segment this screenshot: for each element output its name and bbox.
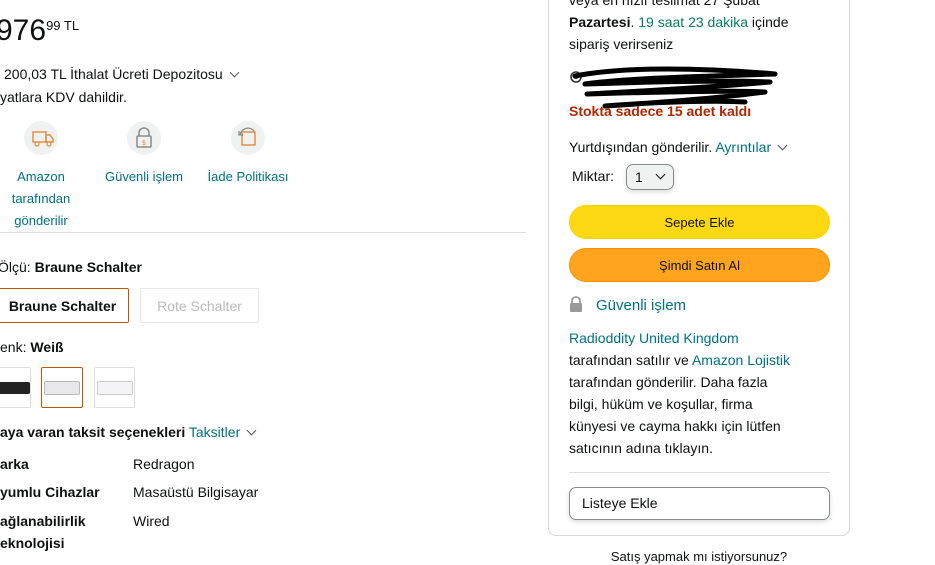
spec-key-compatible: yumlu Cihazlar (0, 484, 100, 500)
delivery-in: içinde (751, 14, 789, 30)
sell-prompt[interactable]: Satış yapmak mı istiyorsunuz? (548, 549, 850, 564)
keyboard-thumbnail (0, 381, 30, 394)
spec-value-compatible: Masaüstü Bilgisayar (133, 484, 259, 500)
size-label: Ölçü: (0, 259, 31, 275)
feature-secure-transaction[interactable]: Güvenli işlem (100, 166, 188, 188)
spec-key-brand: arka (0, 456, 29, 472)
keyboard-thumbnail (96, 380, 133, 395)
color-swatch-black[interactable] (0, 367, 31, 408)
return-icon[interactable] (231, 121, 265, 155)
divider (0, 232, 526, 233)
seller-link[interactable]: Radioddity United Kingdom (569, 330, 739, 346)
truck-icon[interactable] (24, 121, 58, 155)
import-fee[interactable]: 200,03 TL İthalat Ücreti Depozitosu (4, 66, 240, 82)
add-to-list-button[interactable]: Listeye Ekle (569, 487, 830, 520)
size-label-row: Ölçü: Braune Schalter (0, 259, 142, 275)
size-option-braune[interactable]: Braune Schalter (0, 288, 129, 323)
installment-text: aya varan taksit seçenekleri (0, 424, 186, 440)
chevron-down-icon[interactable] (229, 67, 240, 78)
seller-desc-line: tarafından gönderilir. Daha fazla (569, 374, 768, 390)
stock-status: Stokta sadece 15 adet kaldı (569, 103, 752, 119)
feature-label-line[interactable]: İade Politikası (202, 166, 294, 188)
price-whole: 976 (0, 14, 47, 47)
feature-amazon-shipping[interactable]: Amazon tarafından gönderilir (0, 166, 82, 232)
chevron-down-icon[interactable] (655, 169, 666, 179)
spec-key-connectivity: ağlanabilirlik eknolojisi (0, 510, 86, 554)
spec-value-brand: Redragon (133, 456, 195, 472)
quantity-value[interactable]: 1 (635, 169, 643, 185)
seller-desc-line: satıcının adına tıklayın. (569, 440, 713, 456)
color-label-row: enk: Weiß (0, 339, 64, 355)
keyboard-thumbnail (44, 380, 80, 395)
divider (569, 472, 830, 473)
feature-return-policy[interactable]: İade Politikası (202, 166, 294, 188)
svg-text:$: $ (142, 139, 146, 147)
feature-label-line[interactable]: gönderilir (0, 210, 82, 232)
delivery-day: Pazartesi (569, 14, 631, 30)
lock-icon (569, 296, 583, 317)
lock-icon[interactable]: $ (127, 121, 161, 155)
seller-desc-line: bilgi, hüküm ve koşullar, firma (569, 396, 753, 412)
quantity-label: Miktar: (572, 168, 614, 184)
secure-transaction-link[interactable]: Güvenli işlem (596, 295, 686, 317)
seller-info: Radioddity United Kingdom tarafından sat… (569, 327, 839, 459)
feature-label-line[interactable]: tarafından (0, 188, 82, 210)
installment-link[interactable]: Taksitler (189, 424, 240, 440)
size-selected: Braune Schalter (34, 259, 142, 275)
seller-desc-line: künyesi ve cayma hakkı için lütfen (569, 418, 781, 434)
spec-key-line: eknolojisi (0, 535, 65, 551)
chevron-down-icon[interactable] (246, 425, 257, 436)
feature-label-line[interactable]: Amazon (0, 166, 82, 188)
chevron-down-icon[interactable] (777, 140, 788, 151)
delivery-order: sipariş verirseniz (569, 36, 674, 52)
color-swatch-white-alt[interactable] (94, 367, 135, 408)
quantity-select[interactable]: 1 (626, 164, 674, 190)
ships-from-text: Yurtdışından gönderilir. (569, 139, 713, 155)
delivery-top: veya en hızlı teslimat 27 Şubat (569, 0, 760, 11)
buy-now-button[interactable]: Şimdi Satın Al (569, 248, 830, 282)
installment-row: aya varan taksit seçenekleri Taksitler (0, 424, 257, 440)
size-option-rote[interactable]: Rote Schalter (140, 288, 259, 323)
vat-note: yatlara KDV dahildir. (0, 89, 127, 105)
ships-from-row: Yurtdışından gönderilir. Ayrıntılar (569, 136, 788, 158)
import-fee-text[interactable]: 200,03 TL İthalat Ücreti Depozitosu (4, 66, 223, 82)
sold-by-text: tarafından satılır ve (569, 352, 689, 368)
color-swatch-white[interactable] (41, 367, 83, 408)
delivery-timer: 19 saat 23 dakika (638, 14, 749, 30)
spec-value-connectivity: Wired (133, 513, 170, 529)
spec-key-line: ağlanabilirlik (0, 513, 86, 529)
details-link[interactable]: Ayrıntılar (715, 139, 771, 155)
delivery-info: Pazartesi. 19 saat 23 dakika içinde sipa… (569, 14, 789, 52)
price: 97699 TL (0, 14, 79, 48)
fulfilled-by-link[interactable]: Amazon Lojistik (692, 352, 790, 368)
price-fraction: 99 (46, 18, 61, 33)
add-to-cart-button[interactable]: Sepete Ekle (569, 205, 830, 239)
delivery-top-text: veya en hızlı teslimat 27 Şubat (569, 0, 760, 8)
color-label: enk: (0, 339, 27, 355)
feature-label-line[interactable]: Güvenli işlem (100, 166, 188, 188)
price-currency: TL (63, 18, 80, 33)
color-selected: Weiß (30, 339, 64, 355)
